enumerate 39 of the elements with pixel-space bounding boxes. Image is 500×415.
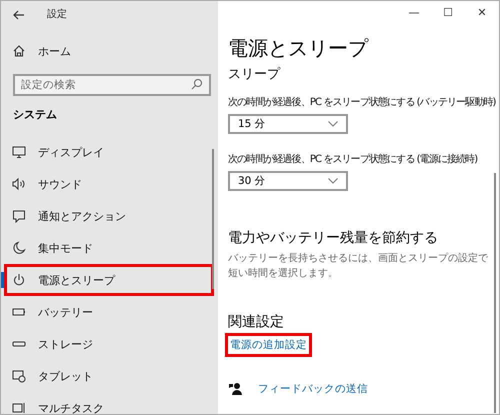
section-heading: スリープ — [228, 66, 282, 83]
home-item[interactable]: ホーム — [4, 35, 214, 67]
monitor-icon — [12, 145, 26, 159]
window-control[interactable]: ☐ — [431, 1, 465, 23]
speaker-icon — [12, 177, 26, 191]
feedback-icon — [228, 382, 242, 396]
page-title: 電源とスリープ — [228, 35, 370, 62]
dropdown-label: 次の時間が経過後、PC をスリープ状態にする (バッテリー駆動時) — [228, 96, 496, 109]
chevron-icon — [328, 178, 338, 184]
nav-item[interactable]: サウンド — [4, 168, 214, 200]
search-field[interactable]: 設定の検索 — [13, 74, 211, 96]
window-control[interactable]: ✕ — [465, 1, 499, 23]
nav-item[interactable]: 電源とスリープ — [4, 264, 214, 296]
nav-item[interactable]: 通知とアクション — [4, 200, 214, 232]
chevron-icon — [328, 121, 338, 127]
power-icon — [12, 273, 26, 287]
section-heading: システム — [13, 107, 58, 122]
window-title: 設定 — [47, 8, 67, 21]
nav-item[interactable]: ディスプレイ — [4, 136, 214, 168]
tablet-icon — [12, 369, 26, 383]
nav-item[interactable]: タブレット — [4, 360, 214, 392]
sleep-dropdown[interactable]: 15 分 — [228, 114, 348, 134]
nav-item[interactable]: マルチタスク — [4, 392, 214, 414]
section-heading: 電力やバッテリー残量を節約する — [228, 229, 439, 247]
nav-item[interactable]: 集中モード — [4, 232, 214, 264]
nav-item[interactable]: バッテリー — [4, 296, 214, 328]
feedback-link[interactable]: フィードバックの送信 — [258, 382, 368, 396]
speech-bubble-icon — [12, 209, 26, 223]
home-icon — [12, 44, 26, 58]
section-heading: 関連設定 — [228, 313, 285, 331]
window-control[interactable]: — — [397, 1, 431, 23]
window-icon — [12, 401, 26, 414]
search-icon — [191, 78, 203, 90]
moon-icon — [12, 241, 26, 255]
dropdown-label: 次の時間が経過後、PC をスリープ状態にする (電源に接続時) — [228, 152, 478, 166]
power-settings-link[interactable]: 電源の追加設定 — [228, 336, 309, 354]
description-text: バッテリーを長持ちさせるには、画面とスリープの設定で短い時間を選択します。 — [228, 252, 488, 281]
nav-item[interactable]: ストレージ — [4, 328, 214, 360]
sleep-dropdown[interactable]: 30 分 — [228, 171, 348, 191]
